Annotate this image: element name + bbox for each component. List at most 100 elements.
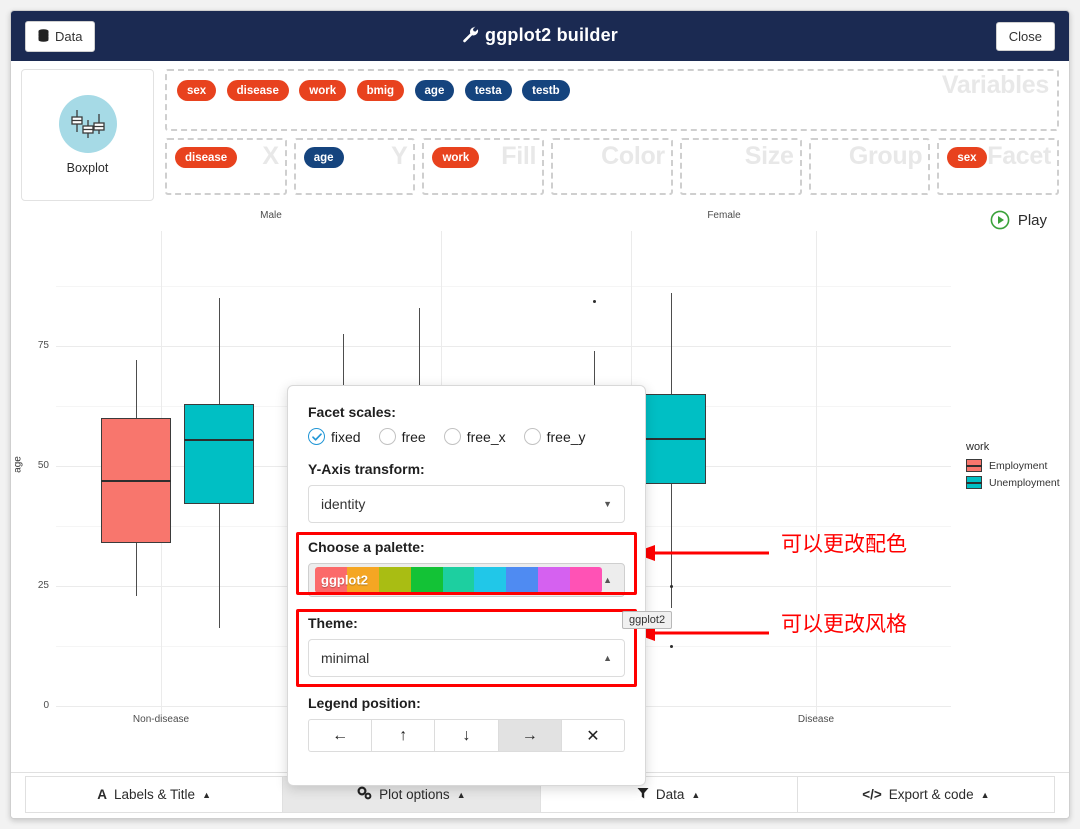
aes-pill-sex[interactable]: sex	[947, 147, 987, 168]
legend-position-left[interactable]: ←	[308, 719, 373, 752]
annotation-arrow-palette	[631, 541, 771, 570]
radio-free[interactable]: free	[378, 428, 426, 445]
tab-labels-title-label: Labels & Title	[114, 787, 196, 802]
outlier-f-d-unemp-1	[670, 585, 673, 588]
radio-free-x[interactable]: free_x	[443, 428, 506, 445]
median-m-nd-unemp	[184, 439, 254, 441]
aes-slot-facet[interactable]: Facet sex	[937, 138, 1060, 195]
aes-slot-fill-label: Fill	[501, 142, 537, 170]
facet-scales-label: Facet scales:	[308, 404, 396, 420]
y-transform-value: identity	[321, 496, 366, 512]
legend-position-none[interactable]: ✕	[560, 719, 626, 752]
legend-position-bottom[interactable]: ↓	[434, 719, 499, 752]
gears-icon	[357, 786, 372, 803]
font-icon: A	[97, 787, 108, 802]
aes-slot-y[interactable]: Y age	[293, 138, 416, 195]
radio-free-y-label: free_y	[546, 428, 586, 445]
arrow-up-icon: ↑	[399, 726, 408, 744]
radio-free-label: free	[401, 428, 426, 445]
aes-slot-row: X disease Y age Fill work Color Size Gro…	[165, 138, 1060, 195]
palette-value: ggplot2	[321, 572, 368, 588]
chevron-up-icon: ▲	[603, 653, 612, 663]
aes-slot-color[interactable]: Color	[551, 138, 673, 195]
chevron-up-icon: ▲	[202, 789, 211, 800]
filter-icon	[637, 787, 649, 803]
xtick-female-disease: Disease	[797, 714, 835, 725]
page-title-text: ggplot2 builder	[485, 24, 618, 45]
legend-label-unemployment: Unemployment	[989, 476, 1060, 489]
aes-pill-disease[interactable]: disease	[175, 147, 238, 168]
radio-checked-icon	[308, 428, 325, 445]
y-transform-select[interactable]: identity ▼	[308, 485, 625, 523]
play-circle-icon	[990, 210, 1010, 230]
legend-position-top[interactable]: ↑	[371, 719, 436, 752]
tab-plot-options-label: Plot options	[379, 787, 450, 802]
variable-pill-work[interactable]: work	[299, 80, 347, 101]
aes-slot-fill[interactable]: Fill work	[422, 138, 545, 195]
aes-slot-color-label: Color	[601, 142, 665, 170]
aes-pill-work[interactable]: work	[432, 147, 480, 168]
code-icon: </>	[862, 787, 882, 802]
radio-fixed-label: fixed	[331, 428, 361, 445]
aes-slot-size[interactable]: Size	[679, 138, 802, 195]
radio-free-x-label: free_x	[466, 428, 506, 445]
play-button[interactable]: Play	[990, 210, 1047, 230]
modal-header: Data ggplot2 builder Close	[11, 11, 1069, 61]
legend-label-employment: Employment	[989, 459, 1048, 472]
aes-slot-x[interactable]: X disease	[165, 138, 287, 195]
tab-export-code-label: Export & code	[888, 787, 974, 802]
legend-entry-unemployment: Unemployment	[966, 476, 1060, 489]
close-x-icon: ✕	[586, 727, 600, 745]
chevron-up-icon: ▲	[691, 789, 701, 800]
chevron-up-icon: ▲	[980, 789, 990, 800]
xtick-male-nondisease: Non-disease	[132, 714, 190, 725]
aes-pill-age[interactable]: age	[303, 147, 344, 168]
aes-slot-group[interactable]: Group	[808, 138, 931, 195]
wrench-icon	[462, 26, 479, 48]
radio-empty-icon	[523, 428, 541, 445]
palette-label: Choose a palette:	[308, 539, 425, 555]
legend-position-label: Legend position:	[308, 695, 421, 711]
close-button-label: Close	[1008, 28, 1042, 44]
variable-pill-testb[interactable]: testb	[522, 80, 570, 101]
variable-pill-bmig[interactable]: bmig	[356, 80, 405, 101]
palette-select[interactable]: ggplot2 ▲	[308, 563, 625, 597]
facet-strip-female: Female	[707, 210, 741, 221]
y-axis-label: age	[12, 456, 24, 473]
page-title: ggplot2 builder	[11, 25, 1069, 48]
aes-slot-group-label: Group	[848, 142, 923, 170]
legend-position-right[interactable]: →	[497, 719, 562, 752]
tab-labels-title[interactable]: A Labels & Title ▲	[25, 776, 284, 813]
ytick-50: 50	[37, 460, 49, 471]
median-f-d-unemp	[636, 438, 706, 440]
variable-pill-disease[interactable]: disease	[226, 80, 289, 101]
geom-boxplot-card[interactable]: Boxplot	[21, 69, 154, 201]
theme-select[interactable]: minimal ▲	[308, 639, 625, 677]
variable-pill-testa[interactable]: testa	[464, 80, 512, 101]
annotation-text-theme: 可以更改风格	[781, 612, 907, 636]
radio-fixed[interactable]: fixed	[308, 428, 361, 445]
database-icon	[38, 28, 49, 44]
facet-scales-radio-group: fixed free free_x free_y	[308, 428, 625, 445]
play-button-label: Play	[1017, 211, 1047, 229]
radio-free-y[interactable]: free_y	[523, 428, 586, 445]
arrow-down-icon: ↓	[462, 726, 471, 744]
box-m-nd-unemployment	[184, 404, 254, 504]
boxplot-icon	[58, 95, 117, 153]
variable-pill-age[interactable]: age	[414, 80, 455, 101]
median-m-nd-emp	[101, 480, 171, 482]
data-button[interactable]: Data	[25, 20, 96, 52]
annotation-text-palette: 可以更改配色	[781, 532, 907, 556]
data-button-label: Data	[55, 28, 83, 44]
variables-zone: Boxplot Variables sex disease work bmig …	[11, 61, 1069, 201]
arrow-left-icon: ←	[332, 726, 349, 744]
outlier-f-nd-emp-1	[593, 300, 596, 303]
legend-entry-employment: Employment	[966, 459, 1060, 472]
close-button[interactable]: Close	[995, 21, 1055, 51]
geom-label: Boxplot	[66, 161, 109, 175]
tab-export-code[interactable]: </> Export & code ▲	[796, 776, 1055, 813]
variable-pill-sex[interactable]: sex	[177, 80, 217, 101]
ytick-25: 25	[37, 580, 49, 591]
theme-value: minimal	[321, 650, 370, 666]
variables-bucket[interactable]: Variables sex disease work bmig age test…	[165, 69, 1059, 131]
